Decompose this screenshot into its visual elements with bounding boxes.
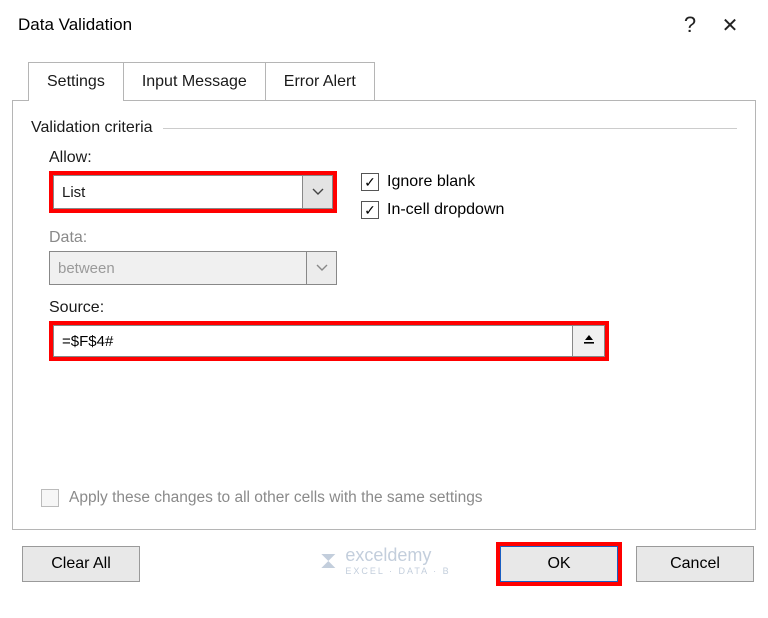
source-input[interactable]: =$F$4# [53, 325, 573, 357]
checkbox-label: Apply these changes to all other cells w… [69, 489, 483, 507]
help-button[interactable]: ? [670, 12, 710, 38]
checkbox-icon: ✓ [361, 173, 379, 191]
button-label: Clear All [51, 555, 111, 573]
divider [163, 128, 737, 129]
close-button[interactable]: ✕ [710, 13, 750, 38]
tab-label: Error Alert [284, 73, 356, 90]
allow-label: Allow: [49, 149, 737, 167]
data-validation-dialog: Data Validation ? ✕ Settings Input Messa… [0, 0, 768, 618]
data-value: between [50, 260, 306, 277]
options-column: ✓ Ignore blank ✓ In-cell dropdown [361, 171, 504, 219]
ok-button[interactable]: OK [500, 546, 618, 582]
allow-highlight: List [49, 171, 337, 213]
title-bar: Data Validation ? ✕ [0, 0, 768, 48]
data-dropdown: between [49, 251, 337, 285]
button-label: OK [547, 555, 570, 573]
allow-dropdown[interactable]: List [53, 175, 333, 209]
button-label: Cancel [670, 555, 720, 573]
tab-panel-settings: Validation criteria Allow: List ✓ [12, 100, 756, 530]
group-title-text: Validation criteria [31, 119, 153, 137]
tab-settings[interactable]: Settings [28, 62, 124, 101]
cancel-button[interactable]: Cancel [636, 546, 754, 582]
checkbox-label: Ignore blank [387, 173, 475, 191]
apply-all-checkbox: Apply these changes to all other cells w… [41, 489, 483, 507]
source-value: =$F$4# [62, 333, 113, 350]
checkbox-icon: ✓ [361, 201, 379, 219]
ok-highlight: OK [496, 542, 622, 586]
incell-dropdown-checkbox[interactable]: ✓ In-cell dropdown [361, 201, 504, 219]
dialog-title: Data Validation [18, 15, 670, 35]
checkbox-label: In-cell dropdown [387, 201, 504, 219]
source-label: Source: [49, 299, 737, 317]
tab-label: Settings [47, 73, 105, 90]
data-label: Data: [49, 229, 737, 247]
allow-value: List [54, 184, 302, 201]
tab-strip: Settings Input Message Error Alert [0, 48, 768, 101]
chevron-down-icon [306, 252, 336, 284]
range-select-button[interactable] [573, 325, 605, 357]
collapse-dialog-icon [582, 332, 596, 350]
tab-label: Input Message [142, 73, 247, 90]
dialog-button-row: Clear All OK Cancel [0, 542, 768, 602]
chevron-down-icon [302, 176, 332, 208]
tab-input-message[interactable]: Input Message [123, 62, 266, 101]
checkbox-icon [41, 489, 59, 507]
clear-all-button[interactable]: Clear All [22, 546, 140, 582]
group-header: Validation criteria [31, 119, 737, 137]
tab-error-alert[interactable]: Error Alert [265, 62, 375, 101]
ignore-blank-checkbox[interactable]: ✓ Ignore blank [361, 173, 504, 191]
source-highlight: =$F$4# [49, 321, 609, 361]
